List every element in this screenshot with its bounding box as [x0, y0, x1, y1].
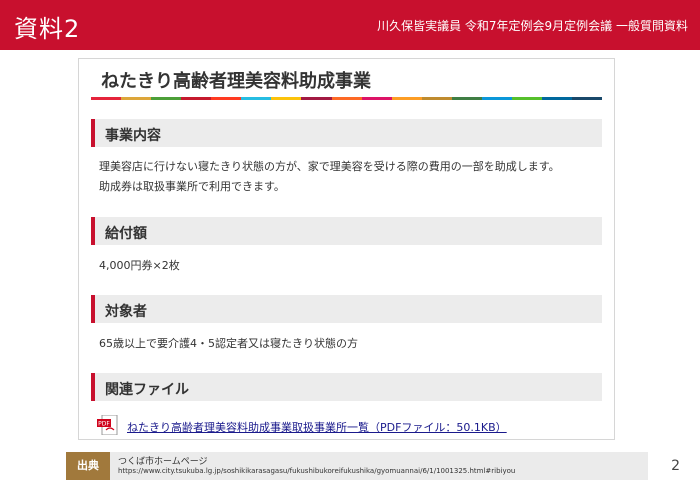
- color-stripe-segment: [451, 97, 482, 100]
- source-url[interactable]: https://www.city.tsukuba.lg.jp/soshikika…: [118, 467, 646, 475]
- section-heading-description: 事業内容: [91, 119, 602, 147]
- svg-text:PDF: PDF: [98, 421, 110, 428]
- color-stripe-segment: [421, 97, 452, 100]
- section-heading-text: 事業内容: [105, 128, 161, 144]
- body-line: 65歳以上で要介護4・5認定者又は寝たきり状態の方: [99, 337, 358, 350]
- color-stripe: [91, 97, 603, 100]
- source-bar: 出典 つくば市ホームページ https://www.city.tsukuba.l…: [66, 452, 648, 480]
- color-stripe-segment: [391, 97, 422, 100]
- document-label: 資料2: [14, 15, 81, 43]
- section-body-description: 理美容店に行けない寝たきり状態の方が、家で理美容を受ける際の費用の一部を助成しま…: [99, 157, 560, 197]
- color-stripe-segment: [301, 97, 332, 100]
- color-stripe-segment: [241, 97, 272, 100]
- source-label: 出典: [66, 452, 110, 480]
- section-heading-files: 関連ファイル: [91, 373, 602, 401]
- section-heading-eligibility: 対象者: [91, 295, 602, 323]
- body-line: 助成券は取扱事業所で利用できます。: [99, 180, 285, 193]
- section-accent: [91, 295, 95, 323]
- header-bar: 資料2 川久保皆実議員 令和7年定例会9月定例会議 一般質問資料: [0, 0, 700, 50]
- body-line: 4,000円券×2枚: [99, 259, 180, 272]
- header-meta: 川久保皆実議員 令和7年定例会9月定例会議 一般質問資料: [377, 19, 688, 33]
- source-name: つくば市ホームページ: [118, 457, 208, 467]
- section-accent: [91, 217, 95, 245]
- section-heading-text: 関連ファイル: [105, 382, 189, 398]
- color-stripe-segment: [91, 97, 122, 100]
- section-body-eligibility: 65歳以上で要介護4・5認定者又は寝たきり状態の方: [99, 334, 358, 354]
- section-accent: [91, 373, 95, 401]
- section-body-amount: 4,000円券×2枚: [99, 256, 180, 276]
- color-stripe-segment: [481, 97, 512, 100]
- content-card: ねたきり高齢者理美容料助成事業 事業内容 理美容店に行けない寝たきり状態の方が、…: [78, 58, 615, 440]
- card-title: ねたきり高齢者理美容料助成事業: [101, 71, 371, 92]
- color-stripe-segment: [271, 97, 302, 100]
- pdf-icon: PDF: [97, 415, 118, 435]
- page-number: 2: [671, 458, 680, 474]
- section-heading-text: 給付額: [105, 226, 147, 242]
- color-stripe-segment: [331, 97, 362, 100]
- color-stripe-segment: [572, 97, 603, 100]
- color-stripe-segment: [361, 97, 392, 100]
- body-line: 理美容店に行けない寝たきり状態の方が、家で理美容を受ける際の費用の一部を助成しま…: [99, 160, 560, 173]
- pdf-file-link[interactable]: ねたきり高齢者理美容料助成事業取扱事業所一覧（PDFファイル：50.1KB）: [127, 419, 507, 435]
- color-stripe-segment: [181, 97, 212, 100]
- section-heading-text: 対象者: [105, 304, 147, 320]
- color-stripe-segment: [541, 97, 572, 100]
- section-accent: [91, 119, 95, 147]
- color-stripe-segment: [121, 97, 152, 100]
- color-stripe-segment: [151, 97, 182, 100]
- color-stripe-segment: [511, 97, 542, 100]
- section-heading-amount: 給付額: [91, 217, 602, 245]
- color-stripe-segment: [211, 97, 242, 100]
